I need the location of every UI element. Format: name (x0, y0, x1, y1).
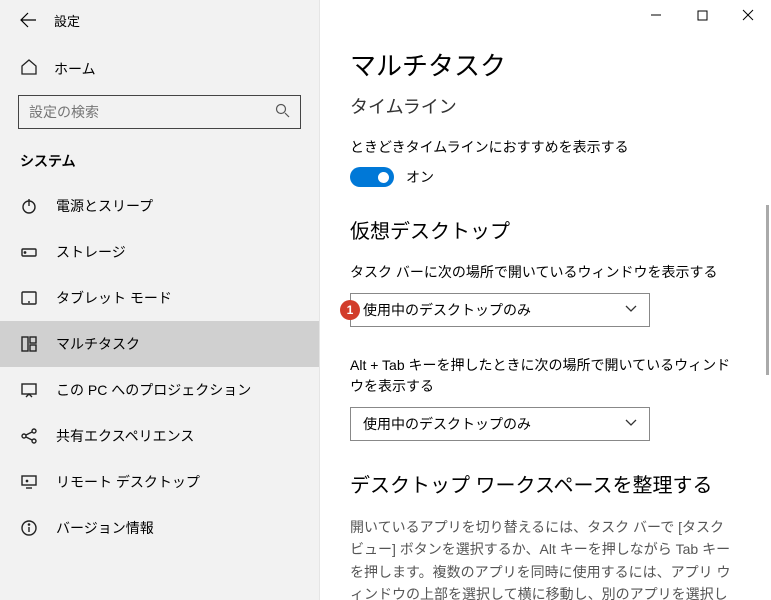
titlebar: 設定 (0, 0, 319, 40)
chevron-down-icon (625, 304, 637, 316)
projection-icon (20, 381, 38, 399)
share-icon (20, 427, 38, 445)
taskbar-dropdown-value: 使用中のデスクトップのみ (363, 300, 531, 320)
scrollbar[interactable] (766, 45, 769, 586)
window-controls (633, 0, 771, 30)
section-title-virtual-desktop: 仮想デスクトップ (350, 215, 741, 244)
storage-icon (20, 243, 38, 261)
minimize-button[interactable] (633, 0, 679, 30)
home-icon (20, 58, 38, 79)
sidebar-item-storage[interactable]: ストレージ (0, 229, 319, 275)
sidebar-item-about[interactable]: バージョン情報 (0, 505, 319, 551)
timeline-toggle-description: ときどきタイムラインにおすすめを表示する (350, 137, 741, 157)
search-input[interactable] (29, 104, 275, 120)
taskbar-dropdown[interactable]: 使用中のデスクトップのみ (350, 293, 650, 327)
sidebar-item-label: この PC へのプロジェクション (56, 380, 251, 400)
maximize-button[interactable] (679, 0, 725, 30)
organize-body-text: 開いているアプリを切り替えるには、タスク バーで [タスク ビュー] ボタンを選… (350, 516, 741, 600)
timeline-toggle[interactable] (350, 167, 394, 187)
timeline-toggle-row: オン (350, 167, 741, 187)
multitask-icon (20, 335, 38, 353)
alttab-dropdown[interactable]: 使用中のデスクトップのみ (350, 407, 650, 441)
section-header-system: システム (0, 147, 319, 183)
page-title: マルチタスク (350, 46, 741, 83)
window-title: 設定 (54, 11, 80, 30)
sidebar-item-label: ストレージ (56, 242, 126, 262)
chevron-down-icon (625, 418, 637, 430)
scrollbar-thumb[interactable] (766, 205, 769, 375)
search-icon (275, 103, 290, 122)
alttab-setting: Alt + Tab キーを押したときに次の場所で開いているウィンドウを表示する … (350, 355, 741, 441)
annotation-marker-1: 1 (340, 300, 360, 320)
sidebar-item-power[interactable]: 電源とスリープ (0, 183, 319, 229)
power-icon (20, 197, 38, 215)
home-nav[interactable]: ホーム (0, 40, 319, 95)
section-title-organize: デスクトップ ワークスペースを整理する (350, 469, 741, 498)
sidebar-item-label: リモート デスクトップ (56, 472, 200, 492)
sidebar-item-projection[interactable]: この PC へのプロジェクション (0, 367, 319, 413)
sidebar-item-label: 共有エクスペリエンス (56, 426, 194, 446)
sidebar-item-tablet[interactable]: タブレット モード (0, 275, 319, 321)
search-box[interactable] (18, 95, 301, 129)
nav-list: 電源とスリープ ストレージ タブレット モード マルチタスク この PC へのプ… (0, 183, 319, 551)
close-button[interactable] (725, 0, 771, 30)
content-pane: マルチタスク タイムライン ときどきタイムラインにおすすめを表示する オン 仮想… (320, 0, 771, 600)
sidebar-item-remote[interactable]: リモート デスクトップ (0, 459, 319, 505)
timeline-toggle-state: オン (406, 167, 434, 187)
sidebar-item-label: 電源とスリープ (56, 196, 153, 216)
remote-icon (20, 473, 38, 491)
back-button[interactable] (8, 0, 48, 40)
sidebar-item-label: バージョン情報 (56, 518, 154, 538)
alttab-setting-description: Alt + Tab キーを押したときに次の場所で開いているウィンドウを表示する (350, 355, 741, 397)
sidebar: 設定 ホーム システム 電源とスリープ ストレージ (0, 0, 320, 600)
sidebar-item-label: マルチタスク (56, 334, 140, 354)
home-label: ホーム (54, 59, 96, 79)
about-icon (20, 519, 38, 537)
section-title-timeline: タイムライン (350, 93, 741, 119)
sidebar-item-shared[interactable]: 共有エクスペリエンス (0, 413, 319, 459)
sidebar-item-label: タブレット モード (56, 288, 172, 308)
sidebar-item-multitask[interactable]: マルチタスク (0, 321, 319, 367)
tablet-icon (20, 289, 38, 307)
taskbar-setting: タスク バーに次の場所で開いているウィンドウを表示する 1 使用中のデスクトップ… (350, 262, 741, 327)
alttab-dropdown-value: 使用中のデスクトップのみ (363, 414, 531, 434)
taskbar-setting-description: タスク バーに次の場所で開いているウィンドウを表示する (350, 262, 741, 283)
